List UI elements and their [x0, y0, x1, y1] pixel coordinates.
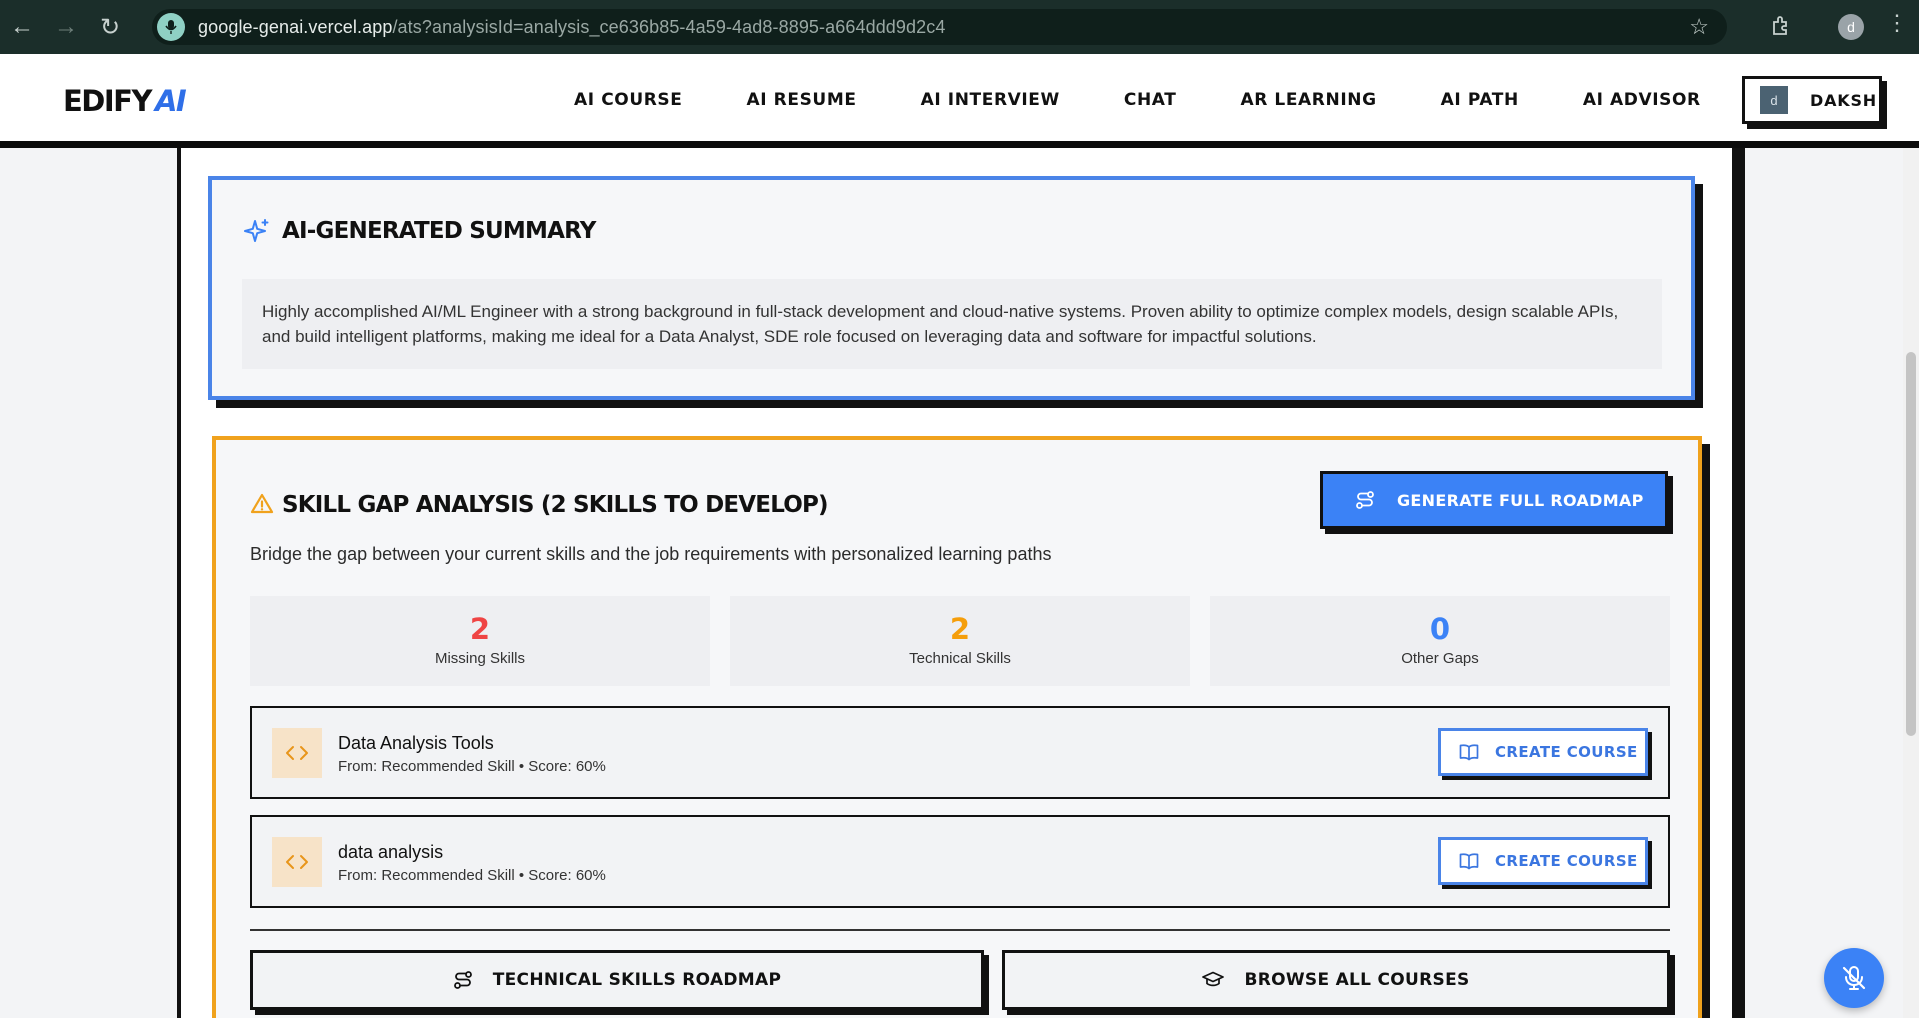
- skill-gap-title: SKILL GAP ANALYSIS (2 SKILLS TO DEVELOP): [282, 492, 829, 518]
- user-menu-button[interactable]: d DAKSH: [1742, 76, 1882, 124]
- code-icon: [272, 728, 322, 778]
- create-course-button[interactable]: CREATE COURSE: [1438, 728, 1648, 776]
- content-border-left: [177, 148, 181, 1018]
- browse-courses-button[interactable]: BROWSE ALL COURSES: [1002, 950, 1670, 1010]
- site-info-icon[interactable]: [157, 13, 185, 41]
- create-course-label: CREATE COURSE: [1495, 852, 1638, 870]
- profile-avatar[interactable]: d: [1838, 14, 1864, 40]
- browser-menu-icon[interactable]: ⋮: [1886, 12, 1908, 34]
- stat-value: 2: [469, 612, 491, 646]
- generate-roadmap-label: GENERATE FULL ROADMAP: [1397, 490, 1644, 510]
- back-icon[interactable]: ←: [0, 0, 44, 54]
- browser-toolbar: ← → ↻ google-genai.vercel.app/ats?analys…: [0, 0, 1919, 54]
- reload-icon[interactable]: ↻: [88, 0, 132, 54]
- sparkle-icon: [244, 219, 269, 242]
- nav-chat[interactable]: CHAT: [1124, 90, 1177, 110]
- summary-title: AI-GENERATED SUMMARY: [282, 218, 596, 244]
- nav-ai-interview[interactable]: AI INTERVIEW: [921, 90, 1060, 110]
- voice-assistant-button[interactable]: [1824, 948, 1884, 1008]
- stat-label: Other Gaps: [1401, 650, 1479, 667]
- ai-summary-card: AI-GENERATED SUMMARY Highly accomplished…: [208, 176, 1695, 400]
- skill-meta: From: Recommended Skill • Score: 60%: [338, 758, 606, 775]
- main-nav: AI COURSE AI RESUME AI INTERVIEW CHAT AR…: [574, 90, 1701, 110]
- generate-roadmap-button[interactable]: GENERATE FULL ROADMAP: [1320, 471, 1668, 529]
- stat-value: 0: [1429, 612, 1451, 646]
- edify-logo[interactable]: EDIFY AI: [63, 84, 187, 118]
- nav-ai-path[interactable]: AI PATH: [1441, 90, 1519, 110]
- section-divider: [250, 929, 1670, 931]
- forward-icon[interactable]: →: [44, 0, 88, 54]
- skill-name: Data Analysis Tools: [338, 733, 494, 753]
- create-course-label: CREATE COURSE: [1495, 743, 1638, 761]
- scrollbar-thumb[interactable]: [1906, 352, 1916, 736]
- stat-technical-skills: 2 Technical Skills: [730, 596, 1190, 686]
- mic-off-icon: [1842, 966, 1866, 990]
- browse-courses-label: BROWSE ALL COURSES: [1244, 970, 1470, 990]
- skill-meta: From: Recommended Skill • Score: 60%: [338, 867, 606, 884]
- extensions-icon[interactable]: [1770, 14, 1794, 38]
- warning-icon: [250, 493, 274, 514]
- nav-ai-course[interactable]: AI COURSE: [574, 90, 682, 110]
- skill-gap-subtitle: Bridge the gap between your current skil…: [250, 544, 1052, 564]
- user-name: DAKSH: [1810, 90, 1877, 110]
- skill-name: data analysis: [338, 842, 444, 862]
- summary-text: Highly accomplished AI/ML Engineer with …: [242, 279, 1662, 369]
- technical-roadmap-label: TECHNICAL SKILLS ROADMAP: [492, 970, 782, 990]
- stat-value: 2: [949, 612, 971, 646]
- stat-label: Technical Skills: [909, 650, 1011, 667]
- skill-gap-card: SKILL GAP ANALYSIS (2 SKILLS TO DEVELOP)…: [212, 436, 1702, 1018]
- stat-missing-skills: 2 Missing Skills: [250, 596, 710, 686]
- user-avatar: d: [1760, 86, 1788, 114]
- graduation-cap-icon: [1202, 971, 1225, 987]
- stat-other-gaps: 0 Other Gaps: [1210, 596, 1670, 686]
- book-open-icon: [1459, 744, 1479, 761]
- bookmark-star-icon[interactable]: ☆: [1689, 14, 1709, 40]
- create-course-button[interactable]: CREATE COURSE: [1438, 837, 1648, 885]
- route-icon: [1356, 491, 1374, 509]
- app-header: EDIFY AI AI COURSE AI RESUME AI INTERVIEW…: [0, 54, 1919, 148]
- nav-ar-learning[interactable]: AR LEARNING: [1240, 90, 1376, 110]
- nav-ai-advisor[interactable]: AI ADVISOR: [1583, 90, 1701, 110]
- code-icon: [272, 837, 322, 887]
- address-bar[interactable]: google-genai.vercel.app/ats?analysisId=a…: [152, 9, 1727, 45]
- technical-roadmap-button[interactable]: TECHNICAL SKILLS ROADMAP: [250, 950, 984, 1010]
- book-open-icon: [1459, 853, 1479, 870]
- list-item: Data Analysis Tools From: Recommended Sk…: [250, 706, 1670, 799]
- list-item: data analysis From: Recommended Skill • …: [250, 815, 1670, 908]
- url-text: google-genai.vercel.app/ats?analysisId=a…: [198, 16, 946, 37]
- route-icon: [453, 971, 472, 989]
- content-border-right: [1732, 148, 1745, 1018]
- nav-ai-resume[interactable]: AI RESUME: [746, 90, 856, 110]
- stat-label: Missing Skills: [434, 650, 525, 667]
